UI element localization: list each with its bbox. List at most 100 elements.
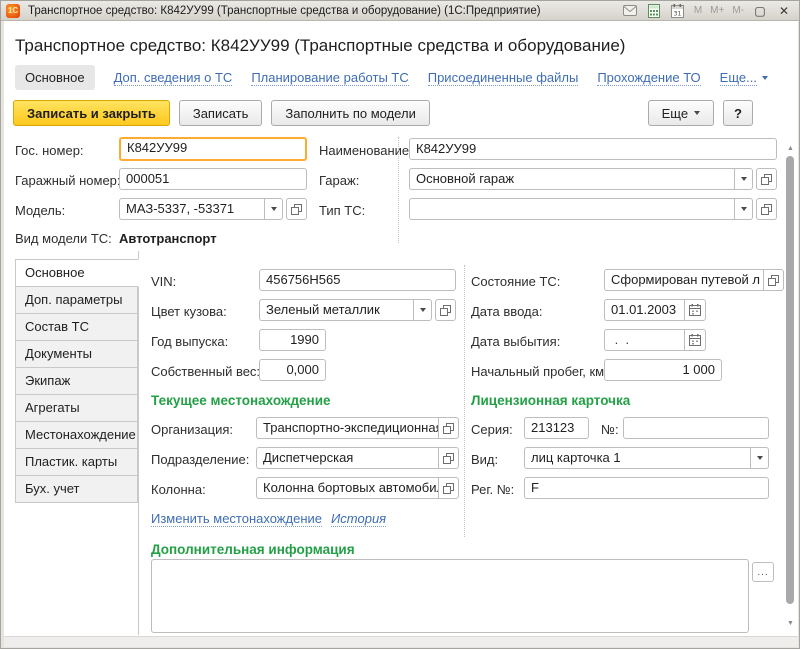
- fill-by-model-button[interactable]: Заполнить по модели: [271, 100, 429, 126]
- memory-m-plus-button[interactable]: M+: [709, 5, 725, 16]
- gos-number-field[interactable]: К842УУ99: [119, 137, 307, 161]
- type-dropdown-button[interactable]: [734, 198, 753, 220]
- division-field[interactable]: Диспетчерская: [256, 447, 459, 469]
- open-icon: [443, 423, 454, 434]
- page-title: Транспортное средство: К842УУ99 (Транспо…: [15, 36, 625, 56]
- memory-m-minus-button[interactable]: M-: [731, 5, 745, 16]
- column-field[interactable]: Колонна бортовых автомобиле: [256, 477, 459, 499]
- history-link[interactable]: История: [331, 511, 386, 527]
- model-open-button[interactable]: [286, 198, 307, 220]
- weight-field[interactable]: 0,000: [259, 359, 326, 381]
- save-and-close-button[interactable]: Записать и закрыть: [13, 100, 170, 126]
- open-icon: [761, 204, 772, 215]
- kind-field[interactable]: лиц карточка 1: [524, 447, 769, 469]
- help-button[interactable]: ?: [723, 100, 753, 126]
- envelope-icon[interactable]: [621, 3, 639, 18]
- additional-info-textarea[interactable]: [151, 559, 749, 633]
- mileage-field[interactable]: 1 000: [604, 359, 722, 381]
- open-icon: [761, 174, 772, 185]
- type-open-button[interactable]: [756, 198, 777, 220]
- kind-dropdown-button[interactable]: [750, 447, 769, 469]
- license-number-field[interactable]: [623, 417, 769, 439]
- garage-label: Гараж:: [319, 173, 359, 188]
- vertical-scrollbar[interactable]: ▲ ▼: [785, 141, 796, 635]
- calculator-icon[interactable]: [645, 3, 663, 18]
- state-field[interactable]: Сформирован путевой л: [604, 269, 784, 291]
- side-tab-plastik-karty[interactable]: Пластик. карты: [15, 448, 138, 476]
- calendar-icon: [689, 334, 701, 346]
- state-open-button[interactable]: [763, 269, 784, 291]
- seria-field[interactable]: 213123: [524, 417, 589, 439]
- garage-number-field[interactable]: 000051: [119, 168, 307, 190]
- side-tab-dop-parametry[interactable]: Доп. параметры: [15, 286, 138, 314]
- year-label: Год выпуска:: [151, 334, 228, 349]
- chevron-down-icon: [741, 177, 747, 181]
- open-icon: [768, 275, 779, 286]
- date-in-field[interactable]: 01.01.2003: [604, 299, 706, 321]
- nav-more-menu[interactable]: Еще...: [720, 70, 768, 86]
- body-color-field[interactable]: Зеленый металлик: [259, 299, 456, 321]
- scroll-up-icon[interactable]: ▲: [785, 143, 796, 154]
- memory-m-button[interactable]: M: [693, 5, 703, 16]
- model-field[interactable]: МАЗ-5337, -53371: [119, 198, 307, 220]
- vin-field[interactable]: 456756Н565: [259, 269, 456, 291]
- additional-info-title: Дополнительная информация: [151, 542, 355, 557]
- side-tab-sostav-ts[interactable]: Состав ТС: [15, 313, 138, 341]
- date-out-calendar-button[interactable]: [684, 329, 706, 351]
- change-location-link[interactable]: Изменить местонахождение: [151, 511, 322, 527]
- side-tab-panel: Основное Доп. параметры Состав ТС Докуме…: [15, 259, 139, 503]
- type-field[interactable]: [409, 198, 777, 220]
- chevron-down-icon: [757, 456, 763, 460]
- license-number-label: №:: [601, 422, 619, 437]
- column-splitter: [464, 265, 465, 537]
- side-tab-ekipazh[interactable]: Экипаж: [15, 367, 138, 395]
- name-field[interactable]: К842УУ99: [409, 138, 777, 160]
- side-tab-buh-uchet[interactable]: Бух. учет: [15, 475, 138, 503]
- division-label: Подразделение:: [151, 452, 249, 467]
- ellipsis-button[interactable]: ...: [752, 562, 774, 582]
- garage-number-label: Гаражный номер:: [15, 173, 121, 188]
- reg-number-label: Рег. №:: [471, 482, 514, 497]
- column-open-button[interactable]: [438, 477, 459, 499]
- close-button[interactable]: ✕: [775, 4, 793, 18]
- side-tab-dokumenty[interactable]: Документы: [15, 340, 138, 368]
- side-tab-mestonahozhdenie[interactable]: Местонахождение: [15, 421, 138, 449]
- maximize-button[interactable]: ▢: [751, 4, 769, 18]
- year-field[interactable]: 1990: [259, 329, 326, 351]
- open-icon: [440, 305, 451, 316]
- garage-dropdown-button[interactable]: [734, 168, 753, 190]
- organization-field[interactable]: Транспортно-экспедиционная п: [256, 417, 459, 439]
- command-bar: Записать и закрыть Записать Заполнить по…: [13, 100, 430, 126]
- body-color-dropdown-button[interactable]: [413, 299, 432, 321]
- state-label: Состояние ТС:: [471, 274, 560, 289]
- organization-open-button[interactable]: [438, 417, 459, 439]
- save-button[interactable]: Записать: [179, 100, 263, 126]
- date-in-calendar-button[interactable]: [684, 299, 706, 321]
- reg-number-field[interactable]: F: [524, 477, 769, 499]
- date-out-field[interactable]: . .: [604, 329, 706, 351]
- scroll-down-icon[interactable]: ▼: [785, 618, 796, 629]
- 1c-logo-icon: 1С: [6, 4, 20, 18]
- chevron-down-icon: [694, 111, 700, 115]
- calendar-icon[interactable]: 31: [669, 3, 687, 18]
- body-color-open-button[interactable]: [435, 299, 456, 321]
- garage-open-button[interactable]: [756, 168, 777, 190]
- side-tab-agregaty[interactable]: Агрегаты: [15, 394, 138, 422]
- scrollbar-thumb[interactable]: [786, 156, 794, 604]
- model-dropdown-button[interactable]: [264, 198, 283, 220]
- column-label: Колонна:: [151, 482, 206, 497]
- nav-tab-osnovnoe[interactable]: Основное: [15, 65, 95, 90]
- nav-link-planirovanie[interactable]: Планирование работы ТС: [251, 70, 408, 86]
- side-tab-osnovnoe[interactable]: Основное: [15, 259, 139, 287]
- window-title: Транспортное средство: К842УУ99 (Транспо…: [28, 5, 541, 17]
- nav-panel: Основное Доп. сведения о ТС Планирование…: [15, 65, 768, 90]
- division-open-button[interactable]: [438, 447, 459, 469]
- nav-link-prohozhdenie-to[interactable]: Прохождение ТО: [597, 70, 700, 86]
- tab-panel-divider: [138, 251, 139, 635]
- nav-link-dop-svedeniya[interactable]: Доп. сведения о ТС: [114, 70, 233, 86]
- more-button[interactable]: Еще: [648, 100, 714, 126]
- titlebar: 1С Транспортное средство: К842УУ99 (Тран…: [1, 1, 799, 21]
- column-splitter: [398, 137, 399, 243]
- nav-link-prisoedinennye-fajly[interactable]: Присоединенные файлы: [428, 70, 579, 86]
- garage-field[interactable]: Основной гараж: [409, 168, 777, 190]
